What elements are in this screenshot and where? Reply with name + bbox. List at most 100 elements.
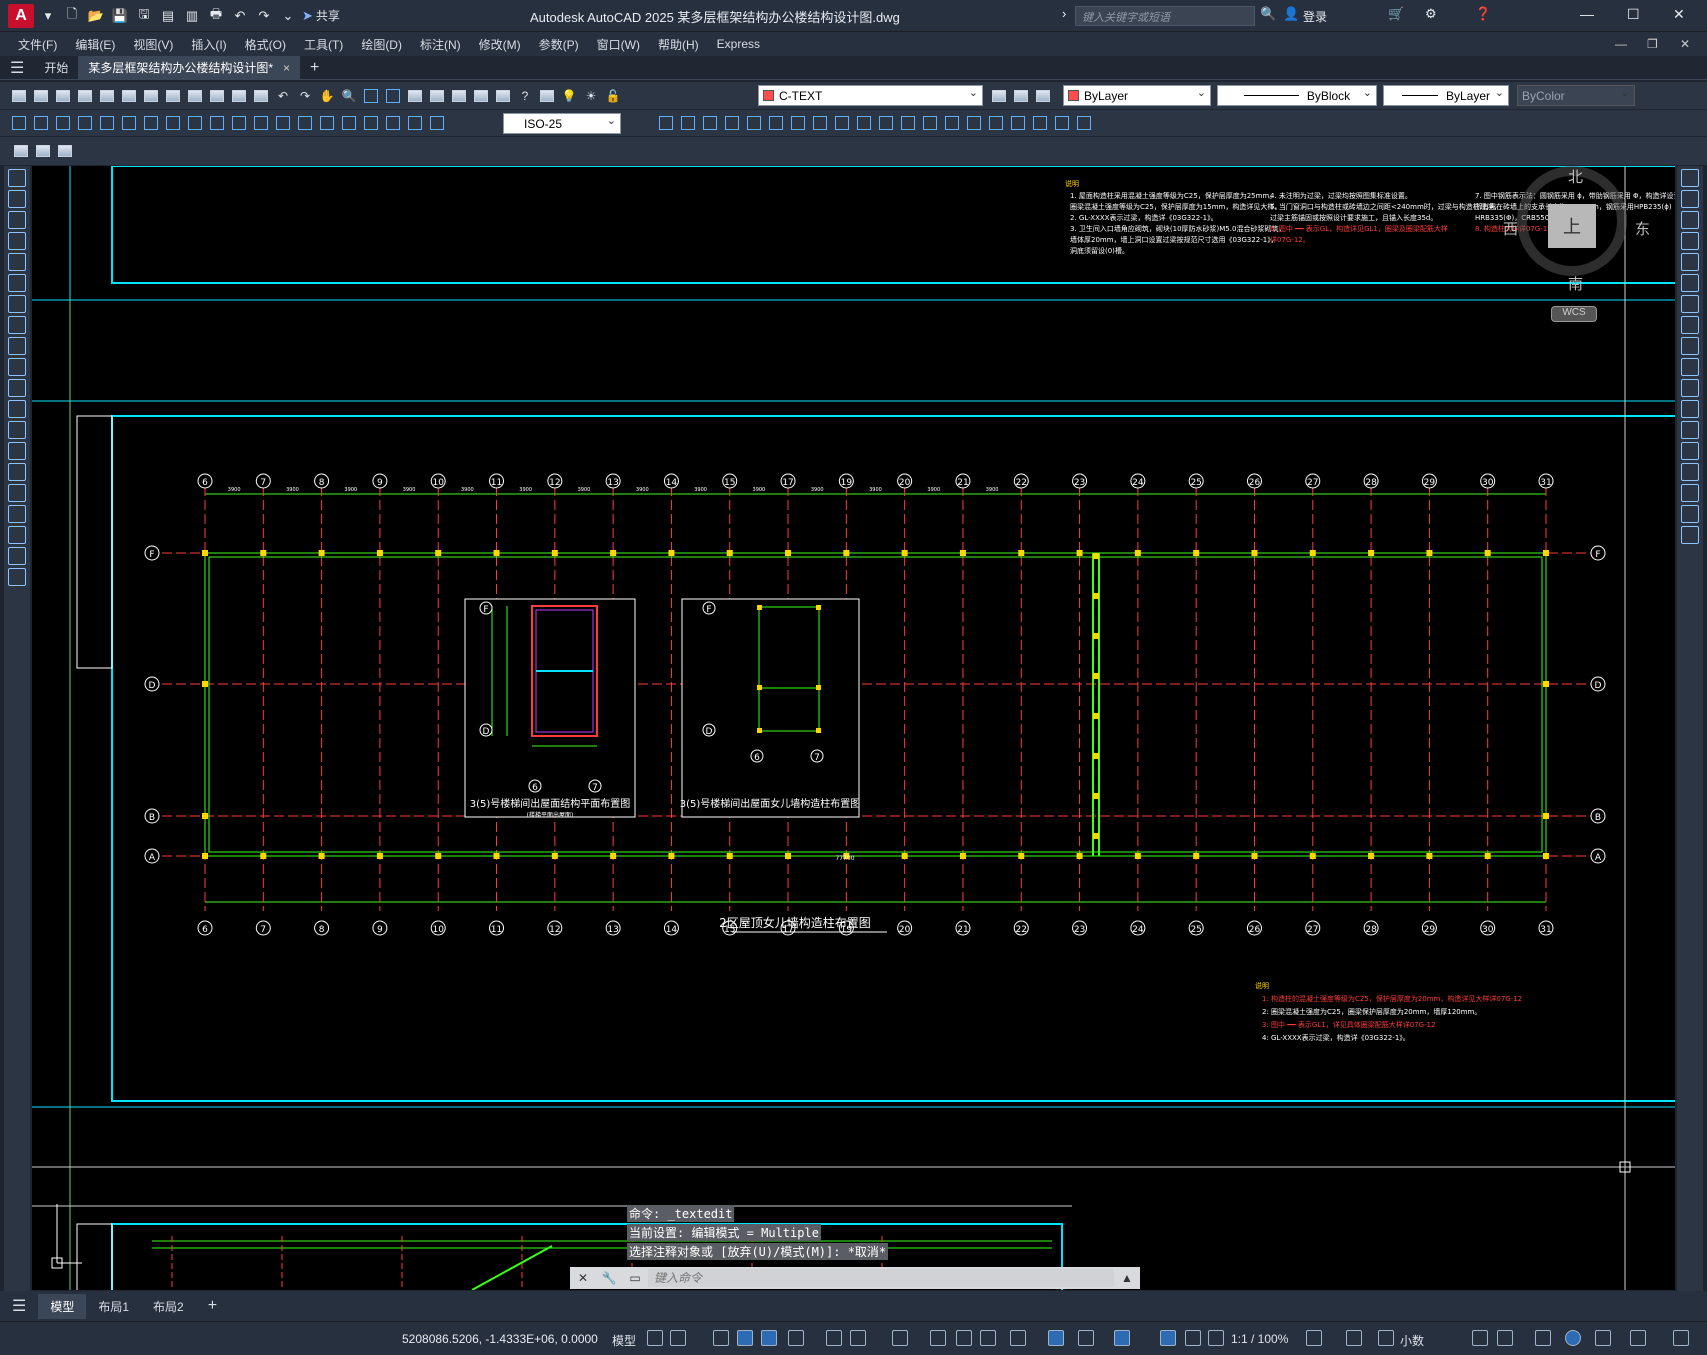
- menu-help[interactable]: 帮助(H): [658, 36, 699, 53]
- hamburger-menu-icon[interactable]: ☰: [0, 56, 34, 80]
- dim-space-icon[interactable]: [252, 114, 270, 132]
- tool-palettes-icon[interactable]: [450, 87, 468, 105]
- erase-icon[interactable]: [1681, 169, 1699, 187]
- object-snap-icon[interactable]: [892, 1330, 908, 1346]
- offset-icon[interactable]: [1681, 232, 1699, 250]
- menu-edit[interactable]: 编辑(E): [75, 36, 115, 53]
- dim-edit-icon[interactable]: [384, 114, 402, 132]
- lock-ui-icon[interactable]: [1497, 1330, 1513, 1346]
- customization-icon[interactable]: [1673, 1330, 1689, 1346]
- isolate-objects-icon[interactable]: [1535, 1330, 1551, 1346]
- ellipse-arc-icon[interactable]: [8, 379, 26, 397]
- doc-minimize-icon[interactable]: —: [1615, 37, 1627, 51]
- join-icon[interactable]: [899, 114, 917, 132]
- tab-model[interactable]: 模型: [38, 1293, 87, 1319]
- fillet-icon[interactable]: [1681, 484, 1699, 502]
- lineweight-icon[interactable]: [930, 1330, 946, 1346]
- clean-screen-icon[interactable]: [1595, 1330, 1611, 1346]
- tab-layout1[interactable]: 布局1: [86, 1294, 141, 1319]
- plot-preview-icon[interactable]: [98, 87, 116, 105]
- radius-dim-icon[interactable]: [98, 114, 116, 132]
- isometric-icon[interactable]: [826, 1330, 842, 1346]
- annotation-scale-value[interactable]: 1:1 / 100%: [1231, 1332, 1288, 1346]
- zoom-window-icon[interactable]: [362, 87, 380, 105]
- tab-close-icon[interactable]: ×: [283, 61, 290, 75]
- cut-icon[interactable]: [164, 87, 182, 105]
- transparency-icon[interactable]: [956, 1330, 972, 1346]
- units-icon[interactable]: [1378, 1330, 1394, 1346]
- menu-express[interactable]: Express: [717, 37, 760, 51]
- add-layout-button[interactable]: +: [196, 1293, 229, 1319]
- menu-file[interactable]: 文件(F): [18, 36, 57, 53]
- plot-icon[interactable]: [76, 87, 94, 105]
- color-dropdown[interactable]: ByLayer: [1063, 85, 1211, 106]
- arc-length-icon[interactable]: [54, 114, 72, 132]
- open-web-icon[interactable]: ▤: [158, 6, 178, 26]
- wcs-menu[interactable]: WCS: [1551, 306, 1597, 322]
- close-icon[interactable]: ✕: [1673, 6, 1685, 23]
- blend-curves-icon[interactable]: [1681, 505, 1699, 523]
- customize-dropdown-icon[interactable]: ⌄: [278, 6, 298, 26]
- auto-scale-icon[interactable]: [1185, 1330, 1201, 1346]
- move-icon[interactable]: [1681, 274, 1699, 292]
- center-mark-icon[interactable]: [318, 114, 336, 132]
- redo-icon[interactable]: ↷: [296, 87, 314, 105]
- plotstyle-dropdown[interactable]: ByColor: [1517, 85, 1635, 106]
- copy-object-icon[interactable]: [657, 114, 675, 132]
- mirror-icon[interactable]: [1681, 211, 1699, 229]
- mirror-icon[interactable]: [679, 114, 697, 132]
- text-style-icon[interactable]: [1075, 114, 1093, 132]
- add-selected-icon[interactable]: [8, 568, 26, 586]
- array-icon[interactable]: [1681, 253, 1699, 271]
- grid-icon[interactable]: [647, 1330, 663, 1346]
- draw-order-icon[interactable]: [1009, 114, 1027, 132]
- login-link[interactable]: 登录: [1303, 8, 1327, 25]
- rotate-icon[interactable]: [767, 114, 785, 132]
- save-as-icon[interactable]: 🖫: [134, 6, 154, 26]
- calculator-icon[interactable]: [494, 87, 512, 105]
- publish-icon[interactable]: [120, 87, 138, 105]
- paste-icon[interactable]: [208, 87, 226, 105]
- line-icon[interactable]: [8, 169, 26, 187]
- chamfer-icon[interactable]: [921, 114, 939, 132]
- tab-start[interactable]: 开始: [34, 56, 78, 80]
- clip-icon[interactable]: [56, 142, 74, 160]
- layer-on-bulb-icon[interactable]: 💡: [560, 87, 578, 105]
- aligned-dim-icon[interactable]: [32, 114, 50, 132]
- dim-text-edit-icon[interactable]: [406, 114, 424, 132]
- selection-cycling-icon[interactable]: [980, 1330, 996, 1346]
- layer-properties-icon[interactable]: [538, 87, 556, 105]
- new-icon[interactable]: [10, 87, 28, 105]
- annotation-visibility-icon[interactable]: [1160, 1330, 1176, 1346]
- construction-line-icon[interactable]: [8, 190, 26, 208]
- extend-icon[interactable]: [1681, 379, 1699, 397]
- command-input[interactable]: [648, 1269, 1114, 1287]
- maximize-icon[interactable]: ☐: [1627, 6, 1640, 23]
- multiline-text-icon[interactable]: [8, 547, 26, 565]
- stretch-icon[interactable]: [811, 114, 829, 132]
- minimize-icon[interactable]: —: [1580, 6, 1594, 22]
- polar-tracking-icon[interactable]: [788, 1330, 804, 1346]
- save-icon[interactable]: [54, 87, 72, 105]
- open-icon[interactable]: [32, 87, 50, 105]
- menu-insert[interactable]: 插入(I): [191, 36, 226, 53]
- make-block-icon[interactable]: [8, 421, 26, 439]
- explode-icon[interactable]: [1681, 526, 1699, 544]
- fullscreen-icon[interactable]: [1630, 1330, 1646, 1346]
- help-icon[interactable]: ?: [516, 87, 534, 105]
- autodesk-app-icon[interactable]: ⚙: [1425, 6, 1437, 22]
- ordinate-dim-icon[interactable]: [76, 114, 94, 132]
- sheet-set-icon[interactable]: [472, 87, 490, 105]
- explode-icon[interactable]: [965, 114, 983, 132]
- join-icon[interactable]: [1681, 442, 1699, 460]
- help-icon[interactable]: ❓: [1475, 6, 1491, 22]
- scale-icon[interactable]: [1681, 316, 1699, 334]
- zoom-realtime-icon[interactable]: 🔍: [340, 87, 358, 105]
- rectangle-icon[interactable]: [8, 253, 26, 271]
- menu-modify[interactable]: 修改(M): [479, 36, 521, 53]
- new-file-icon[interactable]: 🗋: [62, 6, 82, 26]
- command-recent-icon[interactable]: ▭: [622, 1271, 648, 1285]
- ortho-icon[interactable]: [761, 1330, 777, 1346]
- layer-dropdown[interactable]: C-TEXT: [758, 85, 983, 106]
- open-folder-icon[interactable]: 📂: [86, 6, 106, 26]
